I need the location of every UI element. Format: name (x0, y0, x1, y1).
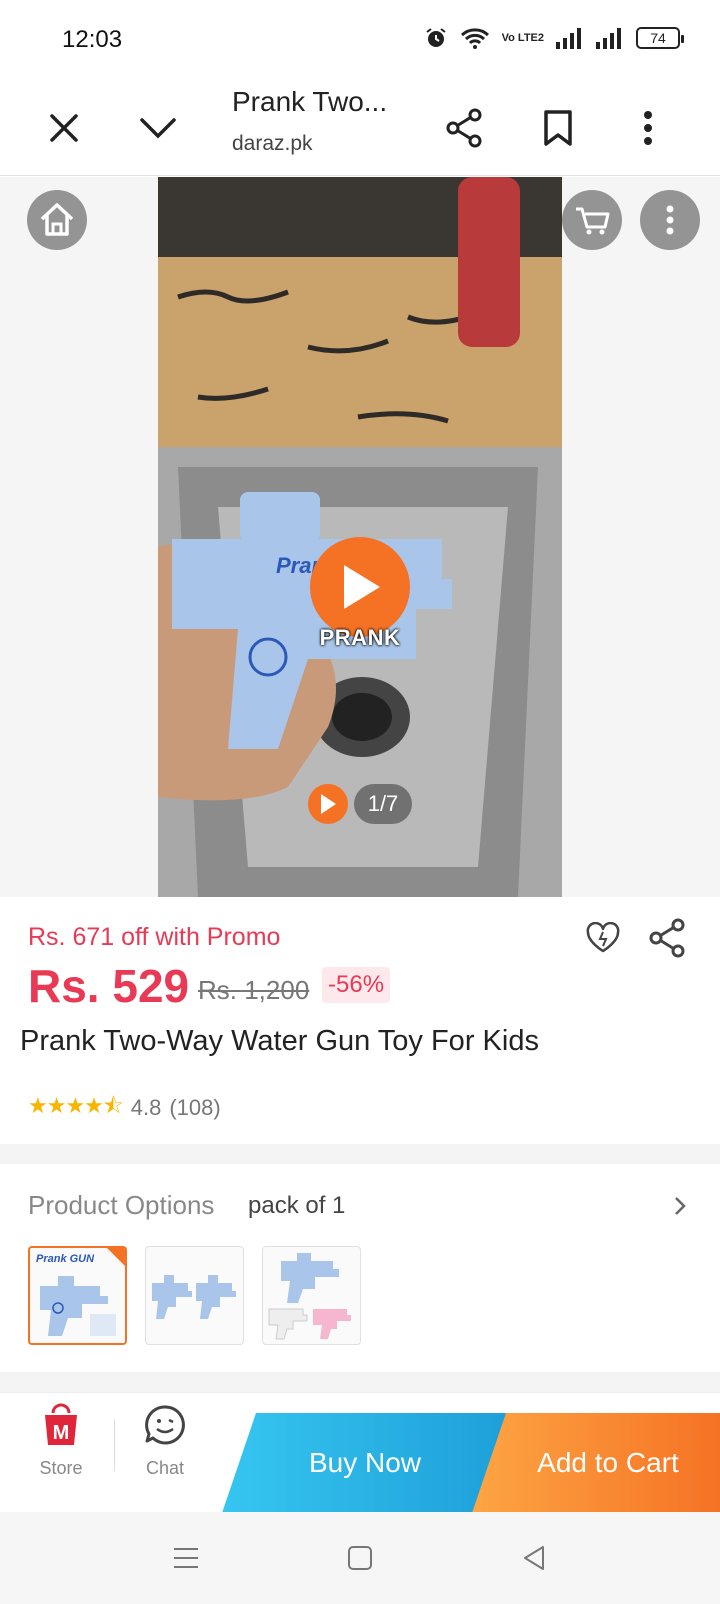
status-bar: 12:03 Vo LTE2 74 (0, 0, 720, 80)
svg-text:M: M (53, 1422, 70, 1444)
star-rating-icon: ★★★★⯪ (28, 1093, 124, 1118)
play-icon (321, 794, 336, 814)
more-vert-icon (644, 111, 652, 145)
option-thumbnail[interactable] (262, 1246, 361, 1345)
status-time: 12:03 (62, 26, 123, 53)
back-nav-button[interactable] (514, 1538, 554, 1578)
status-icons: Vo LTE2 74 (424, 26, 684, 50)
volte-indicator: Vo LTE2 (501, 31, 544, 44)
bookmark-button[interactable] (530, 100, 586, 156)
product-gallery[interactable]: Prank PRANK 1/7 (0, 177, 720, 897)
promo-text: Rs. 671 off with Promo (28, 923, 281, 951)
thumb-brand-text: Prank GUN (36, 1253, 95, 1265)
share-product-button[interactable] (644, 915, 690, 961)
store-button[interactable]: M Store (16, 1403, 106, 1479)
price-section: Rs. 671 off with Promo Rs. 529 Rs. 1,200… (0, 897, 720, 1144)
signal-icon (596, 27, 624, 49)
recent-apps-button[interactable] (166, 1538, 206, 1578)
more-vert-icon (666, 205, 674, 235)
chevron-right-icon[interactable] (668, 1192, 692, 1220)
cart-button[interactable] (562, 190, 622, 250)
original-price: Rs. 1,200 (198, 975, 310, 1005)
bookmark-icon (544, 110, 572, 146)
store-label: Store (39, 1458, 83, 1478)
buy-now-button[interactable]: Buy Now (222, 1413, 508, 1513)
options-label: Product Options (28, 1190, 215, 1220)
cart-icon (576, 207, 610, 235)
product-options-section[interactable]: Product Options pack of 1 Prank GUN (0, 1164, 720, 1372)
option-thumbnail[interactable] (145, 1246, 244, 1345)
section-divider (0, 1372, 720, 1392)
product-title: Prank Two-Way Water Gun Toy For Kids (20, 1025, 539, 1057)
battery-icon: 74 (636, 27, 684, 49)
page-title[interactable]: Prank Two... (232, 86, 387, 118)
close-button[interactable] (36, 100, 92, 156)
share-icon (649, 918, 685, 958)
home-nav-button[interactable] (340, 1538, 380, 1578)
play-icon (344, 565, 380, 609)
close-icon (50, 114, 78, 142)
menu-button[interactable] (620, 100, 676, 156)
back-triangle-icon (524, 1546, 544, 1570)
options-value: pack of 1 (248, 1192, 346, 1219)
add-to-cart-button[interactable]: Add to Cart (472, 1413, 720, 1513)
expand-button[interactable] (130, 100, 186, 156)
action-separator (114, 1419, 115, 1471)
video-label: PRANK (319, 625, 401, 650)
bottom-action-bar: M Store Chat Buy Now Add to Cart (0, 1392, 720, 1513)
menu-icon (174, 1548, 198, 1568)
share-icon (446, 108, 482, 148)
system-navigation-bar (0, 1512, 720, 1604)
alarm-icon (424, 26, 448, 50)
browser-toolbar: Prank Two... daraz.pk (0, 80, 720, 176)
store-icon: M (45, 1403, 77, 1445)
gallery-menu-button[interactable] (640, 190, 700, 250)
rating-value: 4.8 (130, 1095, 162, 1120)
signal-icon (556, 27, 584, 49)
current-price: Rs. 529 (28, 960, 190, 1012)
square-icon (348, 1546, 372, 1570)
wishlist-button[interactable] (580, 915, 626, 961)
chevron-down-icon (140, 118, 176, 139)
share-button[interactable] (436, 100, 492, 156)
chat-label: Chat (145, 1458, 185, 1478)
play-video-button[interactable] (310, 537, 410, 637)
discount-badge: -56% (322, 967, 391, 1003)
rating-row[interactable]: ★★★★⯪ 4.8 (108) (28, 1089, 221, 1127)
gallery-play-button[interactable] (308, 784, 348, 824)
option-thumbnail[interactable]: Prank GUN (28, 1246, 127, 1345)
option-thumbnails: Prank GUN (28, 1246, 361, 1345)
image-counter: 1/7 (354, 784, 412, 824)
chat-button[interactable]: Chat (120, 1403, 210, 1479)
home-button[interactable] (27, 190, 87, 250)
section-divider (0, 1144, 720, 1164)
heart-icon (586, 922, 620, 953)
chat-icon (145, 1405, 185, 1445)
home-icon (40, 203, 74, 236)
rating-count: (108) (169, 1095, 221, 1120)
wifi-icon (460, 26, 490, 50)
page-domain[interactable]: daraz.pk (232, 132, 313, 156)
